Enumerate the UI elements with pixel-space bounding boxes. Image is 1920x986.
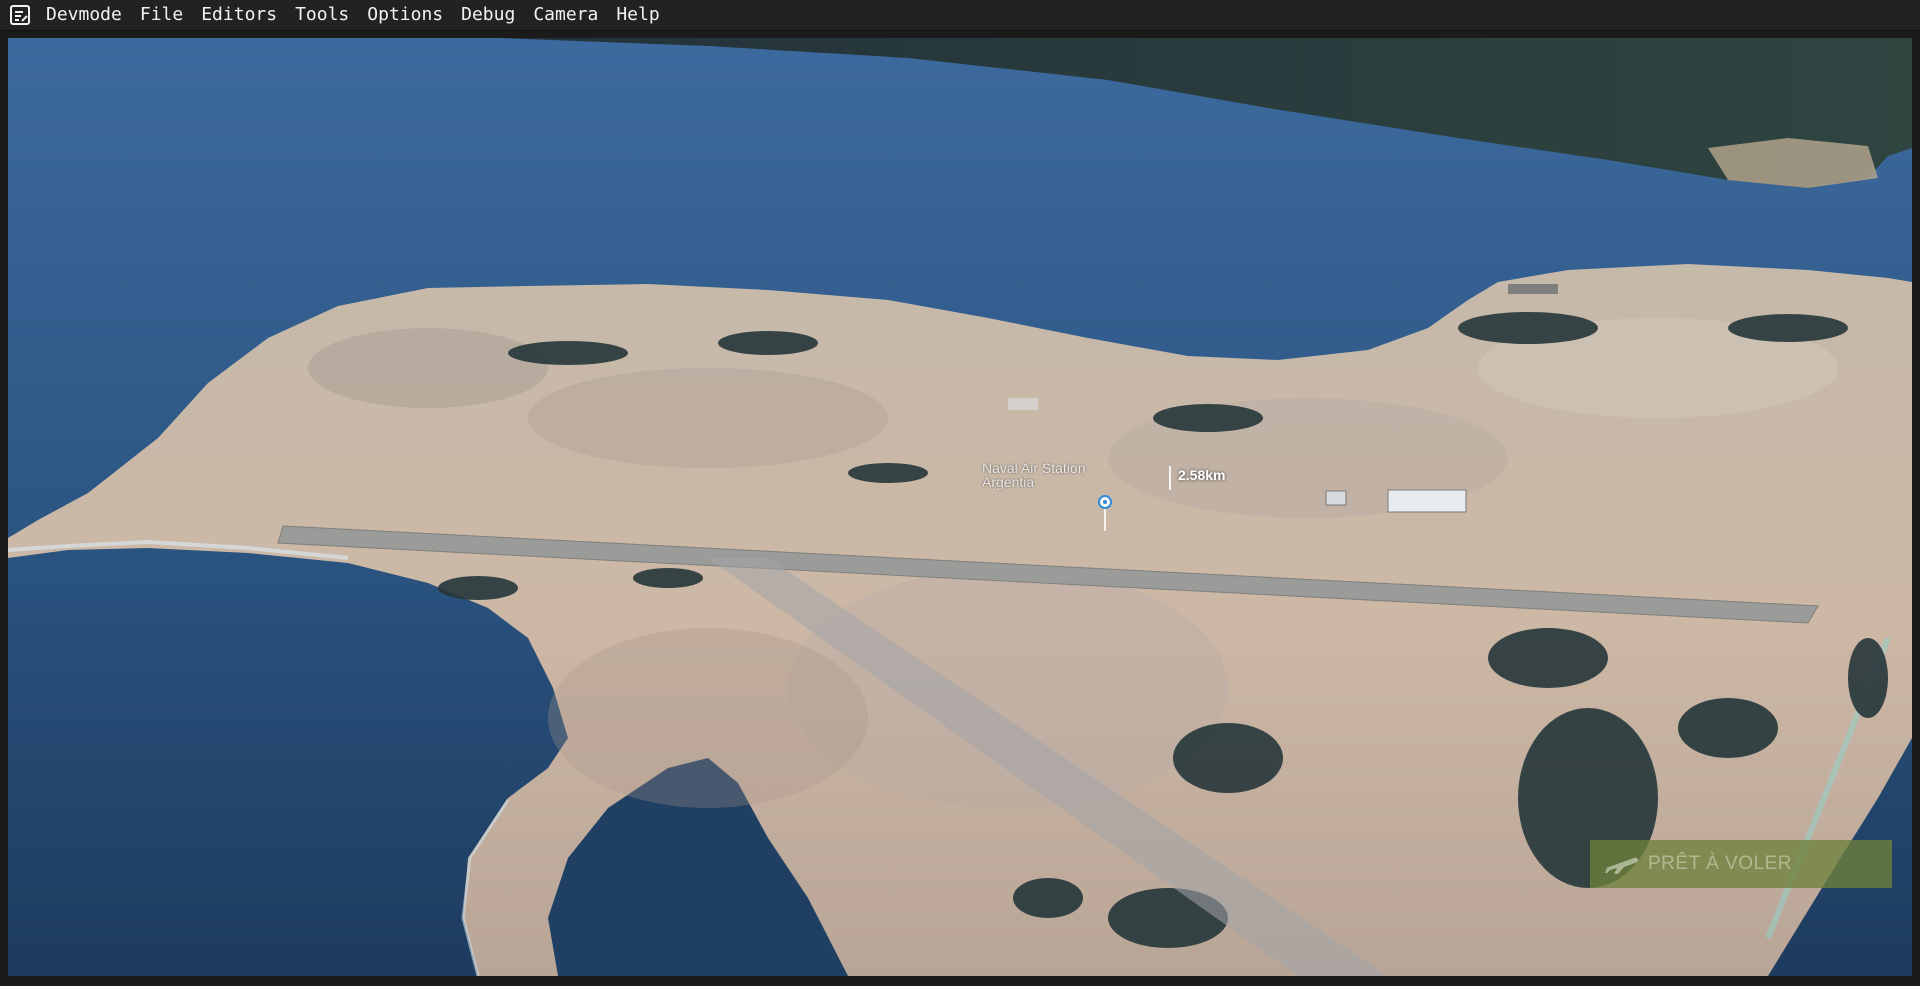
flight-sim-viewport[interactable]: Naval Air Station Argentia 2.58km PRÊT À… <box>8 38 1912 976</box>
airport-name-line2: Argentia <box>982 474 1035 490</box>
far-shore-clearing <box>1708 138 1878 188</box>
ready-to-fly-button[interactable]: PRÊT À VOLER <box>1590 840 1892 888</box>
menu-tools[interactable]: Tools <box>286 0 358 30</box>
menu-devmode[interactable]: Devmode <box>37 0 131 30</box>
aerial-scene <box>8 38 1912 976</box>
menu-editors[interactable]: Editors <box>192 0 286 30</box>
menu-bar: Devmode File Editors Tools Options Debug… <box>0 0 1920 31</box>
menu-debug[interactable]: Debug <box>452 0 524 30</box>
distance-readout: 2.58km <box>1178 467 1226 483</box>
menu-file[interactable]: File <box>131 0 192 30</box>
airport-marker-icon[interactable] <box>1098 495 1112 509</box>
ready-to-fly-label: PRÊT À VOLER <box>1648 853 1792 874</box>
airplane-icon <box>1602 849 1642 879</box>
menu-options[interactable]: Options <box>358 0 452 30</box>
hangar-building <box>1387 489 1467 513</box>
menu-camera[interactable]: Camera <box>524 0 607 30</box>
menu-help[interactable]: Help <box>607 0 668 30</box>
devmode-logo-icon[interactable] <box>9 4 31 26</box>
distance-marker-icon <box>1169 466 1171 490</box>
airport-label[interactable]: Naval Air Station Argentia <box>982 461 1086 489</box>
airport-name-line1: Naval Air Station <box>982 460 1086 476</box>
airport-marker-stem <box>1104 509 1106 531</box>
